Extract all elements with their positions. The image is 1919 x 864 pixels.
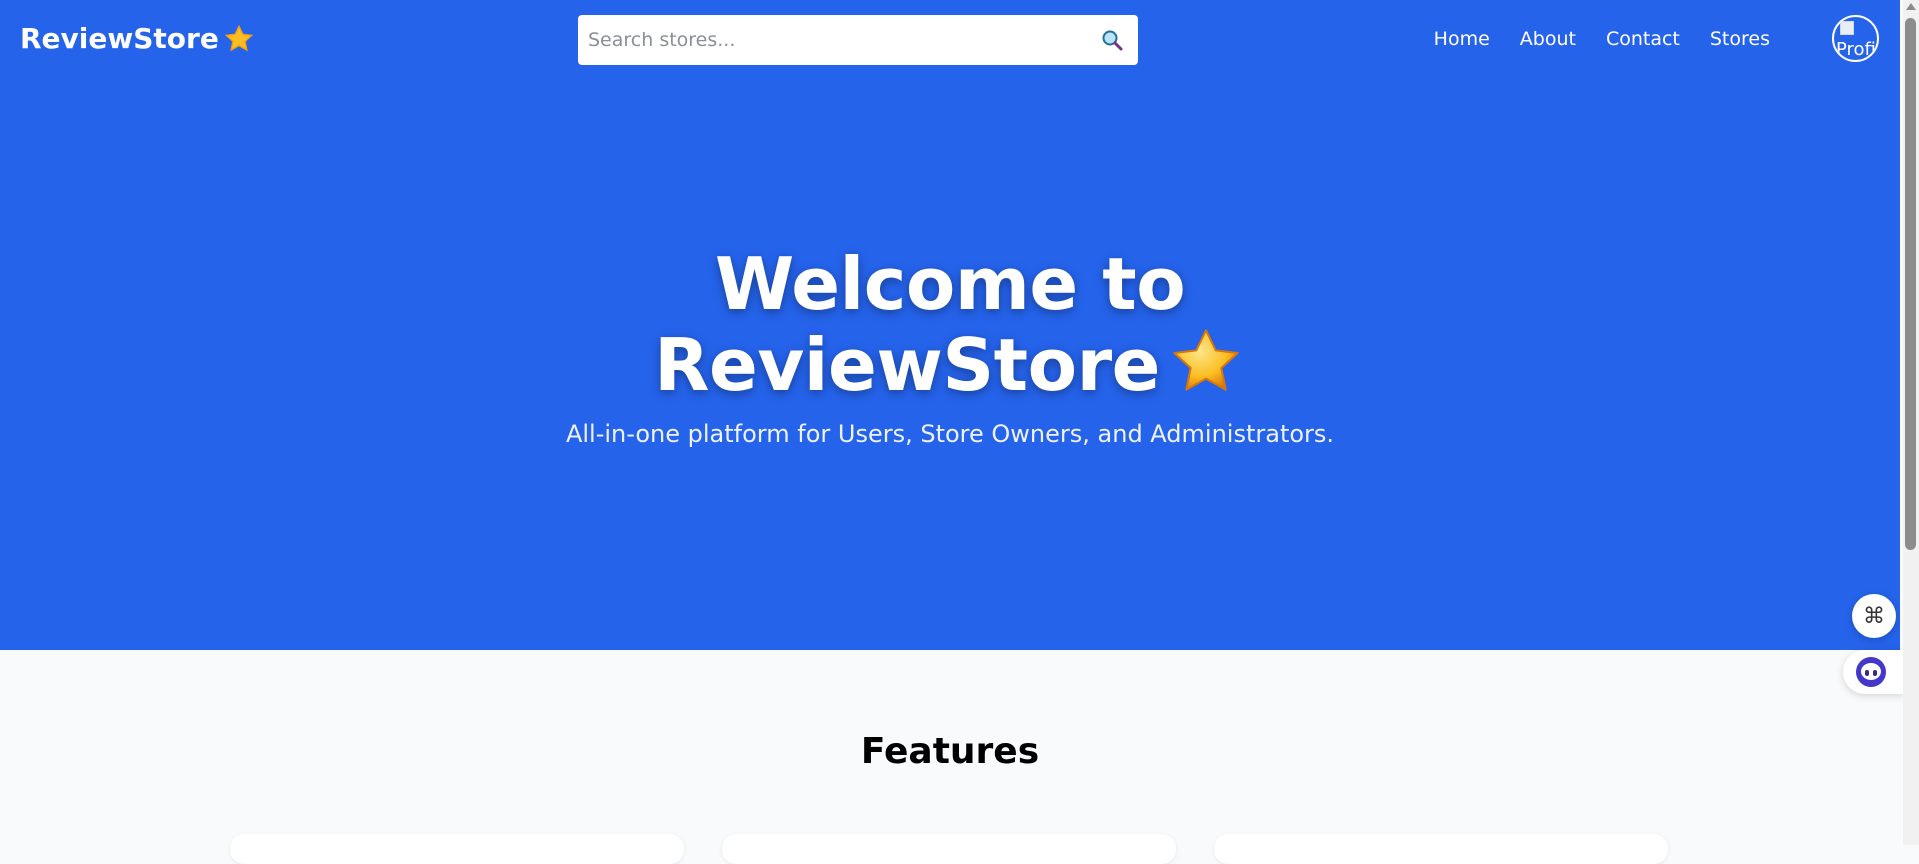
search-icon[interactable] [1100,28,1124,52]
assistant-bot-icon [1856,657,1886,687]
feature-card [722,834,1176,864]
features-title: Features [860,731,1040,772]
search-input[interactable] [578,15,1078,65]
hero-title-line1: Welcome to [714,242,1186,326]
nav-link-contact[interactable]: Contact [1606,28,1680,50]
hero-subtitle: All-in-one platform for Users, Store Own… [565,420,1335,448]
feature-card [1214,834,1668,864]
broken-image-icon [1840,21,1854,35]
nav-link-about[interactable]: About [1520,28,1576,50]
feature-card [230,834,684,864]
command-icon[interactable]: ⌘ [1852,594,1896,638]
hero-title-line2: ReviewStore [654,323,1160,407]
search-bar [578,15,1138,65]
nav-link-home[interactable]: Home [1434,28,1490,50]
profile-avatar[interactable]: Profile [1832,15,1879,62]
star-icon [224,24,254,51]
main-nav: Home About Contact Stores [1434,28,1770,50]
brand-name: ReviewStore [20,22,219,55]
page-scrollbar[interactable] [1903,0,1919,845]
brand-logo[interactable]: ReviewStore [20,22,255,55]
hero-section: ReviewStore Home About Contact Stores Pr… [0,0,1900,650]
navbar: ReviewStore Home About Contact Stores Pr… [0,0,1900,82]
avatar-alt-text: Profile [1836,39,1877,60]
scroll-up-arrow-icon[interactable] [1906,3,1916,10]
star-icon [1173,329,1239,391]
nav-link-stores[interactable]: Stores [1710,28,1770,50]
scrollbar-thumb[interactable] [1905,18,1916,550]
assistant-bot-button[interactable] [1843,650,1903,694]
hero-title: Welcome to ReviewStore [600,246,1300,403]
